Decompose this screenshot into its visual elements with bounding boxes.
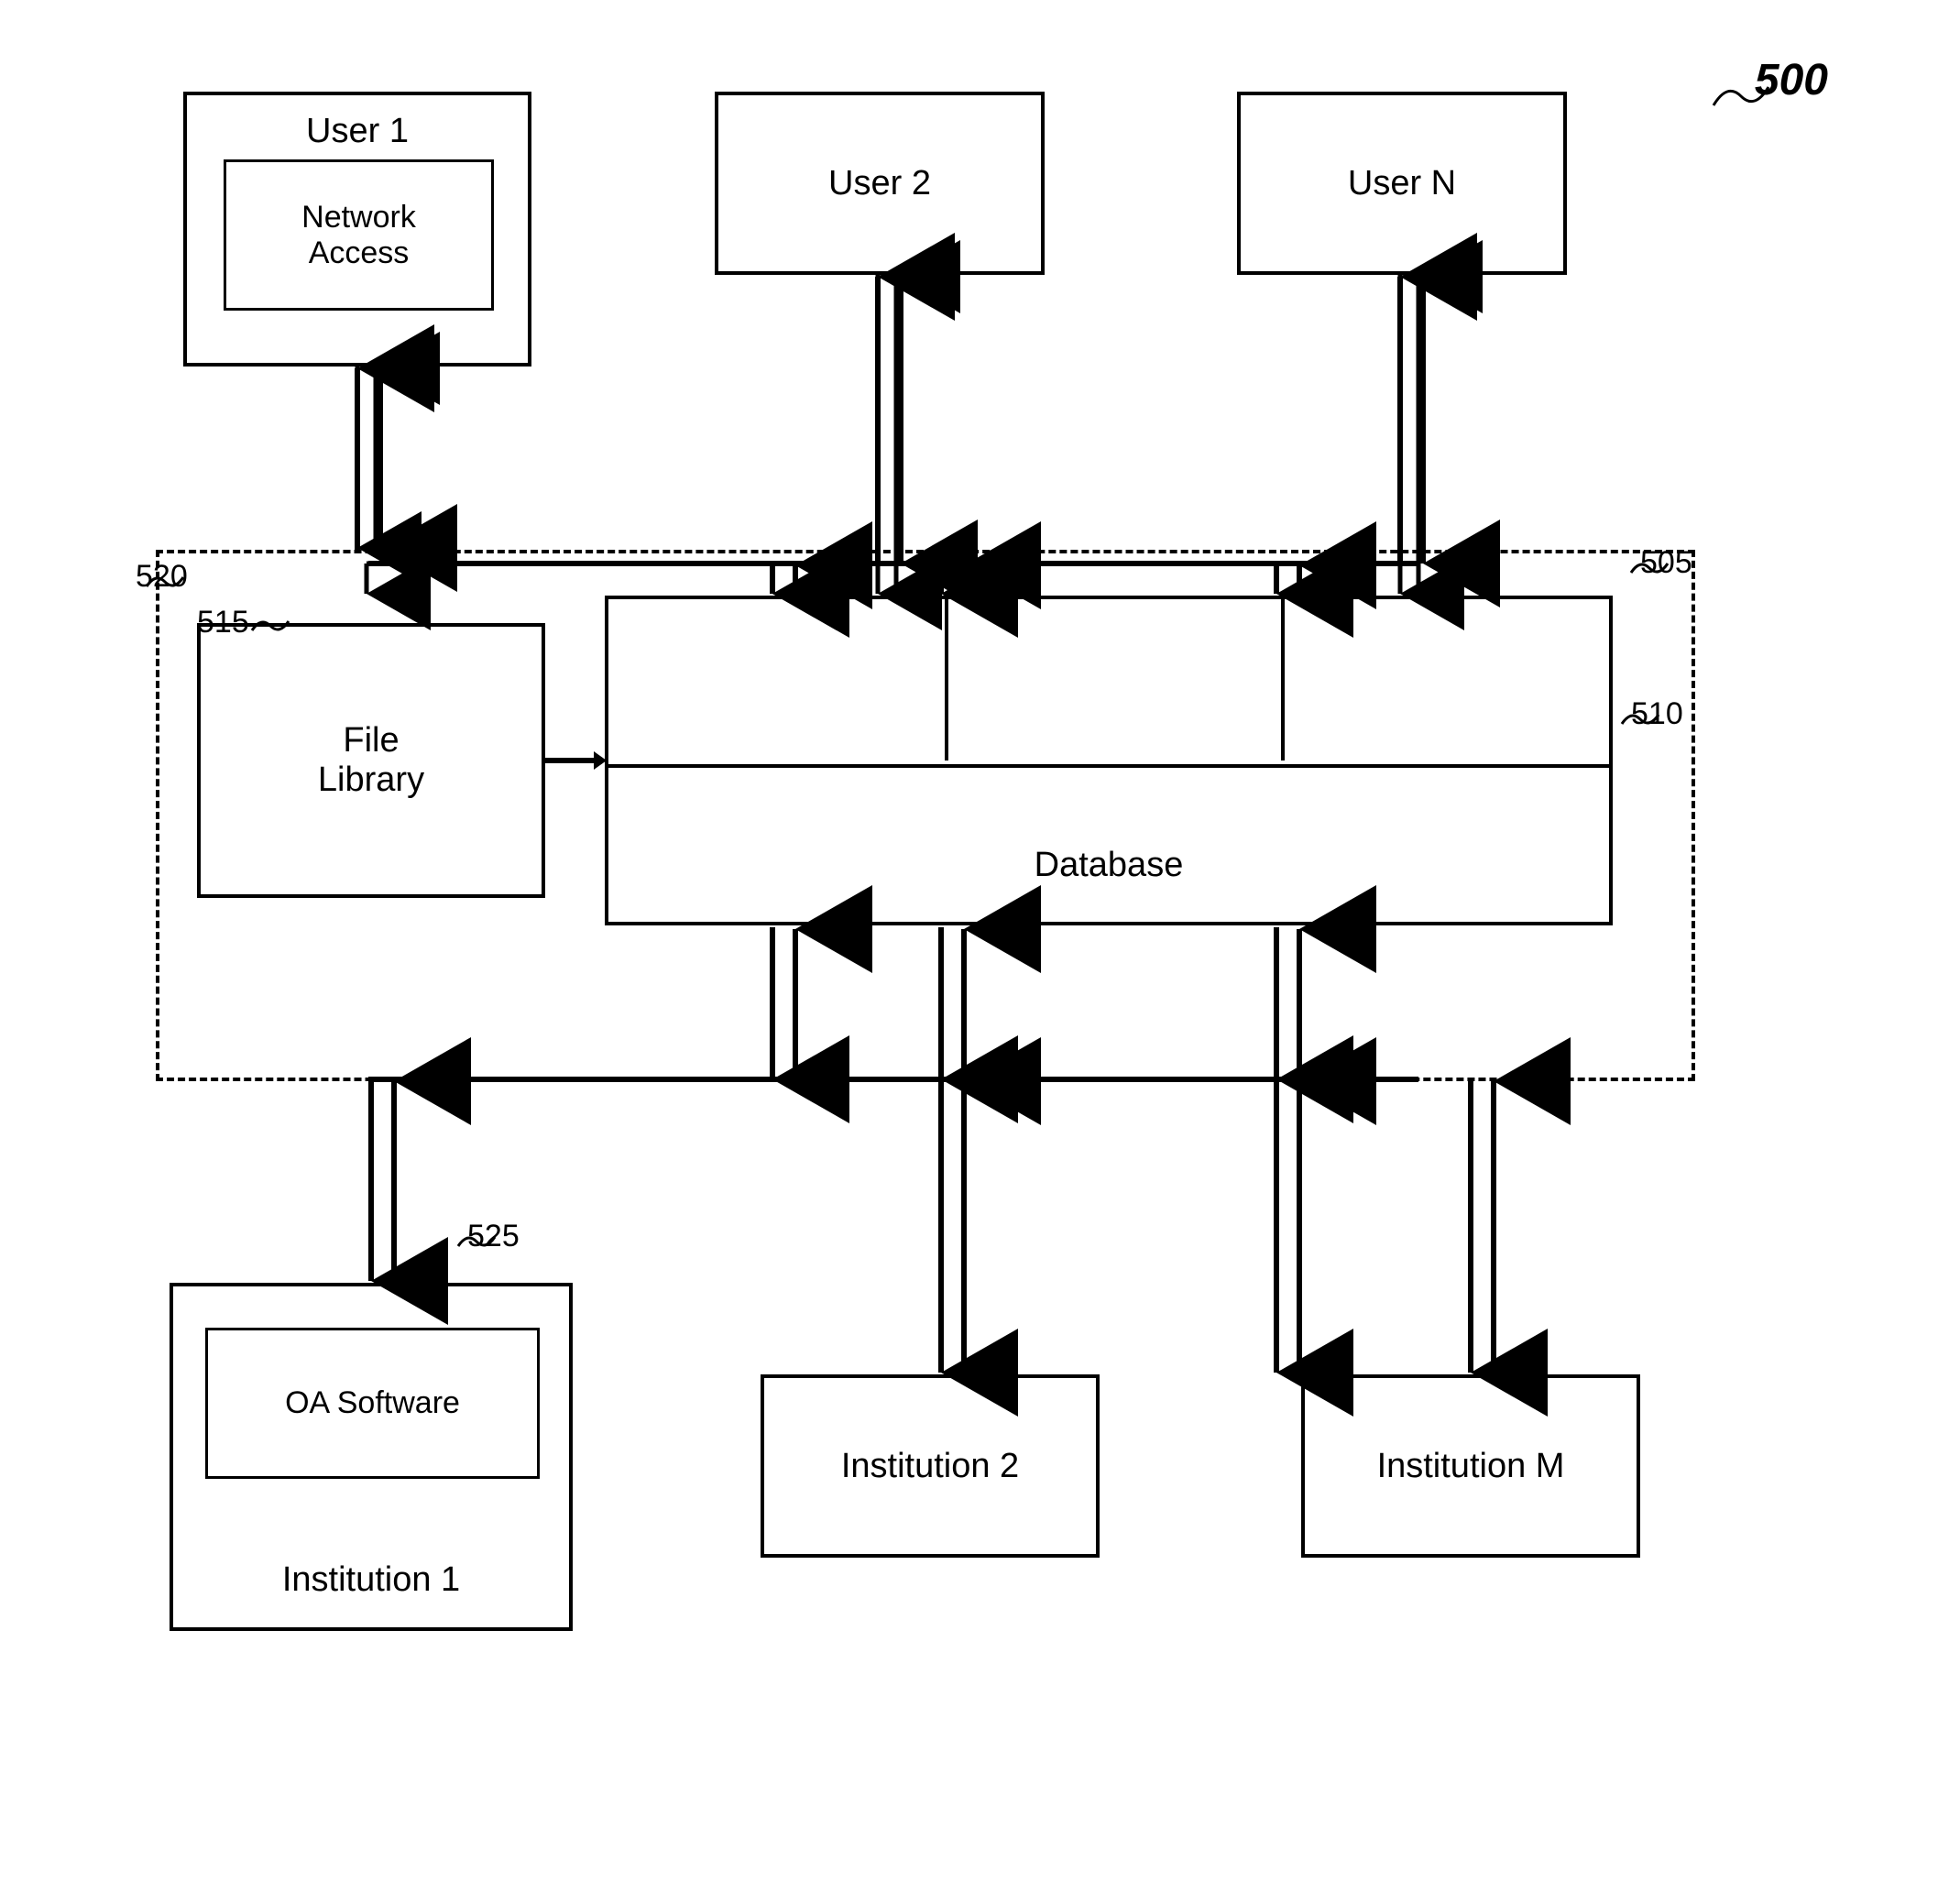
user1-box: User 1 NetworkAccess (183, 92, 531, 367)
user2-label: User 2 (828, 164, 931, 203)
database-label: Database (608, 846, 1609, 885)
network-access-box: NetworkAccess (224, 159, 494, 311)
database-box: Database (605, 596, 1613, 925)
institutionM-label: Institution M (1377, 1447, 1565, 1486)
oa-software-box: OA Software (205, 1328, 540, 1479)
file-library-box: FileLibrary (197, 623, 545, 898)
squiggle-520 (142, 568, 188, 596)
userN-label: User N (1348, 164, 1456, 203)
squiggle-525 (454, 1228, 499, 1255)
user2-box: User 2 (715, 92, 1045, 275)
user1-label: User 1 (187, 112, 528, 151)
diagram: 500 User 1 NetworkAccess User 2 User N 5… (0, 0, 1938, 1904)
file-library-label: FileLibrary (318, 721, 424, 800)
institution1-label: Institution 1 (173, 1560, 569, 1600)
institution1-box: OA Software Institution 1 (170, 1283, 573, 1631)
squiggle-515 (247, 612, 293, 640)
network-access-label: NetworkAccess (301, 200, 416, 271)
squiggle-505 (1626, 554, 1672, 582)
squiggle-510 (1617, 706, 1663, 733)
ref-515: 515 (197, 605, 249, 640)
institution2-label: Institution 2 (841, 1447, 1019, 1486)
institution2-box: Institution 2 (761, 1374, 1100, 1558)
squiggle-500 (1704, 78, 1778, 115)
oa-software-label: OA Software (285, 1385, 460, 1421)
institutionM-box: Institution M (1301, 1374, 1640, 1558)
userN-box: User N (1237, 92, 1567, 275)
